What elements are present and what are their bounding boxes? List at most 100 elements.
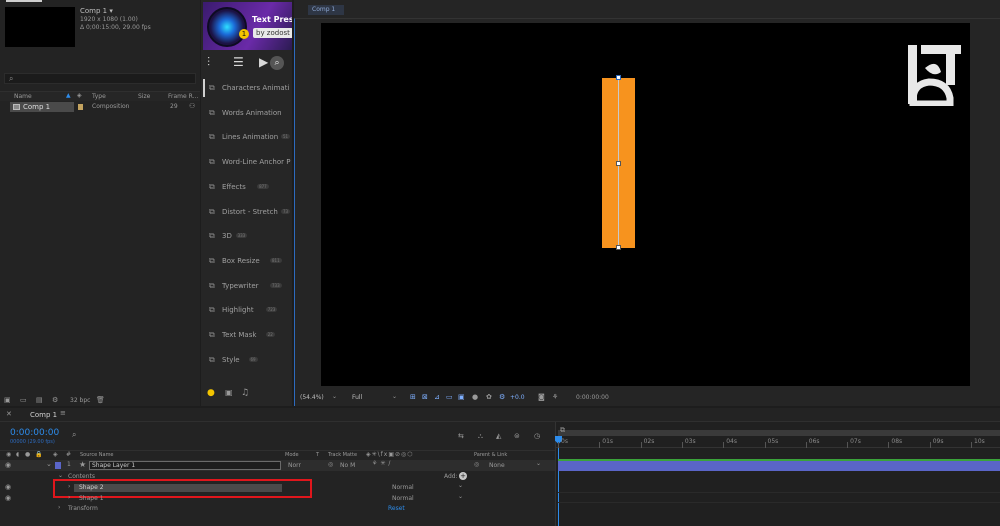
frame-blending-icon[interactable]: ⊜ (514, 432, 520, 440)
mask-visibility-icon[interactable]: ⊿ (434, 393, 440, 401)
comp-name-label[interactable]: Comp 1 ▾ (80, 7, 113, 15)
close-icon[interactable]: ✕ (6, 410, 12, 418)
plugin-item[interactable]: ⧉ Word-Line Anchor P (205, 156, 291, 170)
reset-exposure-icon[interactable]: ⚙ (499, 393, 505, 401)
plugin-item[interactable]: ⧉ Words Animation (205, 107, 291, 121)
layer-mode[interactable]: Norr (288, 462, 301, 469)
pickwhip-icon[interactable]: ◎ (474, 461, 479, 468)
project-search-bar[interactable]: ⌕ (4, 73, 196, 84)
snapshot-icon[interactable]: ◙ (538, 393, 545, 401)
category-icon: ⧉ (209, 181, 215, 191)
current-time[interactable]: 0:00:00:00 (10, 428, 59, 438)
flowchart-icon[interactable]: ⚇ (189, 102, 195, 110)
plugin-item[interactable]: ⧉ Highlight 723 (205, 304, 291, 318)
project-settings-icon[interactable]: ⚙ (52, 396, 58, 404)
tips-icon[interactable]: ● (207, 388, 215, 398)
layer-parent[interactable]: None (489, 462, 505, 469)
timeline-tab-label[interactable]: Comp 1 (30, 411, 57, 419)
layer-duration-bar[interactable] (558, 461, 1000, 471)
plugin-item[interactable]: ⧉ Lines Animation 51 (205, 131, 291, 145)
add-icon[interactable]: + (459, 472, 467, 480)
plugin-item[interactable]: ⧉ Effects 877 (205, 181, 291, 195)
ruler-label: 05s (767, 438, 779, 445)
play-icon[interactable]: ▣ (225, 388, 233, 397)
shape-1-mode-chevron-icon: ⌄ (458, 493, 464, 500)
plugin-search-icon[interactable]: ⌕ (270, 56, 284, 70)
category-icon: ⧉ (209, 206, 215, 216)
shy-icon[interactable]: ◭ (496, 432, 501, 440)
comp-mini-flowchart-icon[interactable]: ⇆ (458, 432, 464, 440)
new-composition-icon[interactable]: ▤ (36, 396, 43, 404)
layer-name-box[interactable]: Shape Layer 1 (89, 461, 281, 470)
color-manage-icon[interactable]: ✿ (486, 393, 492, 401)
resolution-dropdown[interactable]: Full (352, 394, 362, 401)
list-icon[interactable]: ☰ (233, 55, 244, 69)
plugin-item-count: 877 (257, 183, 269, 189)
layer-matte-icon[interactable]: ◎ (328, 461, 333, 468)
layer-switches-icons[interactable]: ⚘✳/ (372, 460, 393, 467)
shape-1-expand-icon[interactable]: › (68, 494, 70, 501)
transform-row[interactable]: › Transform Reset (0, 504, 555, 514)
comp-button-icon[interactable]: ⧉ (560, 426, 565, 435)
t-header[interactable]: T (316, 452, 319, 458)
channels-icon[interactable]: ● (472, 393, 478, 401)
project-item-row[interactable]: Comp 1 Composition 29 ⚇ (0, 102, 200, 112)
music-icon[interactable]: ♫ (241, 388, 249, 398)
shape-1-visibility-icon[interactable]: ◉ (5, 494, 11, 502)
views-icon[interactable]: ▣ (458, 393, 465, 401)
plugin-item[interactable]: ⧉ Distort - Stretch 73 (205, 206, 291, 220)
exposure-value[interactable]: +0.0 (510, 394, 525, 401)
timeline-search[interactable]: ⌕ (70, 430, 450, 441)
plugin-item[interactable]: ⧉ Text Mask 22 (205, 329, 291, 343)
layer-row[interactable]: ◉ ⌄ 1 ★ Shape Layer 1 Norr ◎ No M ⚘✳/ ◎ … (0, 460, 555, 471)
tab-menu-icon[interactable]: ≡ (60, 409, 66, 417)
interpret-footage-icon[interactable]: ▣ (4, 396, 11, 404)
shape-1-mode[interactable]: Normal (392, 495, 414, 502)
new-folder-icon[interactable]: ▭ (20, 396, 27, 404)
viewer-tab[interactable]: Comp 1 (308, 5, 344, 15)
column-frame-rate[interactable]: Frame R... (168, 93, 198, 100)
plugin-banner[interactable]: 1 Text Pres by zodost (203, 2, 292, 50)
trash-icon[interactable]: 🗑 (96, 396, 105, 404)
category-icon: ⧉ (209, 231, 215, 241)
track-matte-header[interactable]: Track Matte (328, 452, 357, 458)
transparency-grid-icon[interactable]: ⊠ (422, 393, 428, 401)
shape-1-row[interactable]: ◉ › Shape 1 Normal ⌄ (0, 493, 555, 504)
plugin-item[interactable]: ⧉ 3D 333 (205, 230, 291, 244)
column-size[interactable]: Size (138, 93, 150, 100)
source-name-header[interactable]: Source Name (80, 452, 114, 458)
motion-blur-icon[interactable]: ◷ (534, 432, 540, 440)
center-handle[interactable] (616, 161, 621, 166)
layer-label-color[interactable] (55, 462, 61, 469)
media-icon[interactable]: ▶ (259, 55, 268, 69)
parent-chevron-icon: ⌄ (536, 460, 542, 467)
sliders-icon[interactable]: ⫶ (207, 55, 210, 70)
time-graph[interactable]: 0s 01s 02s 03s 04s 05s 06s 07s 08s 09s 10s (555, 422, 1000, 526)
shape-2-mode[interactable]: Normal (392, 484, 414, 491)
plugin-item[interactable]: ⧉ Typewriter 733 (205, 280, 291, 294)
shape-2-visibility-icon[interactable]: ◉ (5, 483, 11, 491)
plugin-item[interactable]: ⧉ Characters Animati (205, 82, 291, 96)
bpc-label[interactable]: 32 bpc (70, 397, 90, 404)
grid-icon[interactable]: ▭ (446, 393, 453, 401)
layer-expand-icon[interactable]: ⌄ (46, 460, 52, 468)
draft-3d-icon[interactable]: ⛬ (478, 432, 483, 441)
transform-expand-icon[interactable]: › (58, 504, 60, 511)
show-snapshot-icon[interactable]: ⚘ (552, 393, 558, 401)
viewer-timecode[interactable]: 0:00:00:00 (576, 394, 609, 401)
region-of-interest-icon[interactable]: ⊞ (410, 393, 416, 401)
zoom-dropdown[interactable]: (54.4%) (300, 394, 324, 401)
bottom-handle[interactable] (616, 245, 621, 250)
plugin-item[interactable]: ⧉ Style 69 (205, 354, 291, 368)
contents-expand-icon[interactable]: ⌄ (58, 472, 63, 479)
top-handle[interactable] (616, 75, 621, 80)
layer-matte[interactable]: No M (340, 462, 355, 469)
composition-canvas[interactable] (321, 23, 970, 386)
parent-link-header[interactable]: Parent & Link (474, 452, 507, 458)
column-name[interactable]: Name (14, 93, 32, 100)
mode-header[interactable]: Mode (285, 452, 299, 458)
column-type[interactable]: Type (92, 93, 106, 100)
layer-visibility-icon[interactable]: ◉ (5, 461, 11, 469)
reset-link[interactable]: Reset (388, 505, 405, 512)
plugin-item[interactable]: ⧉ Box Resize 811 (205, 255, 291, 269)
